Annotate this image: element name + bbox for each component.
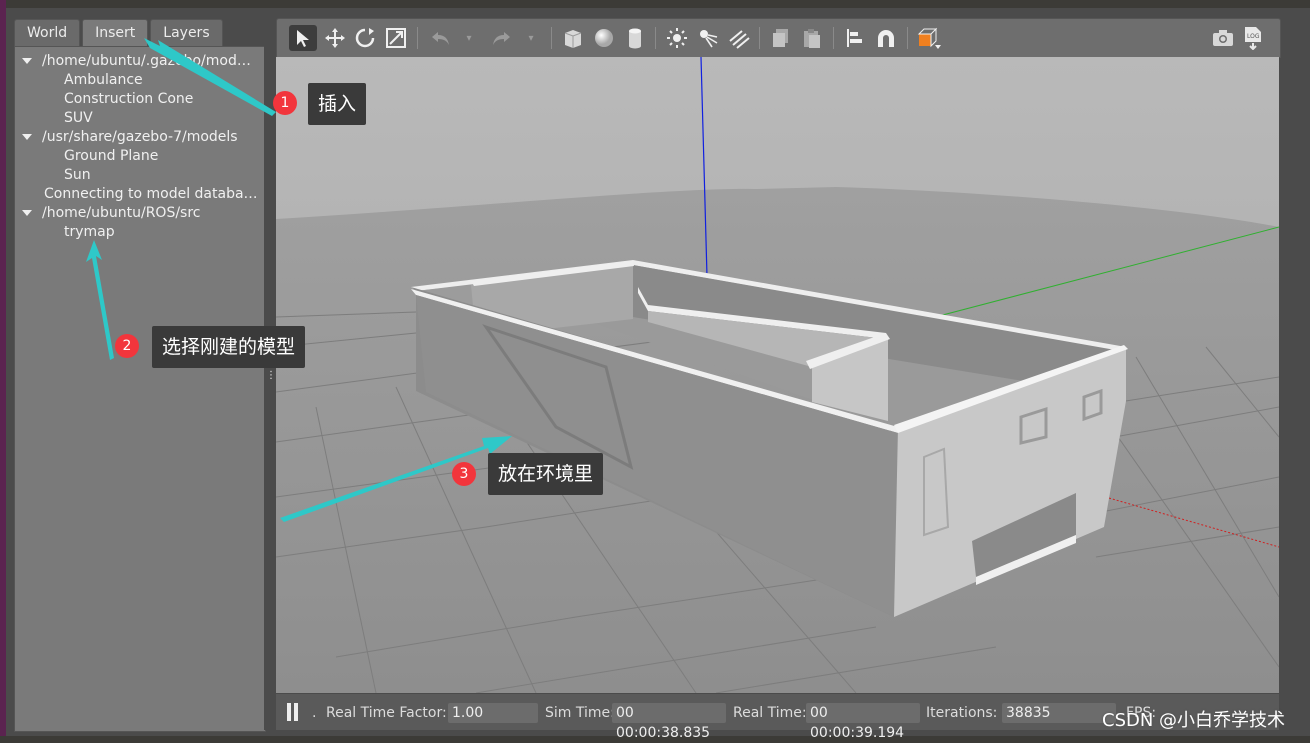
annotation-badge-2: 2 (115, 334, 139, 358)
arrow-2-icon (86, 240, 114, 360)
annotation-badge-3: 3 (452, 462, 476, 486)
annotation-callout-1: 插入 (308, 83, 367, 125)
annotation-badge-1: 1 (273, 91, 297, 115)
arrow-1-icon (144, 38, 276, 116)
annotation-callout-3: 放在环境里 (488, 453, 604, 495)
annotation-arrows (86, 38, 512, 522)
arrow-3-icon (280, 436, 512, 522)
watermark: CSDN @小白乔学技术 (1102, 710, 1286, 731)
annotation-callout-2: 选择刚建的模型 (152, 326, 306, 368)
